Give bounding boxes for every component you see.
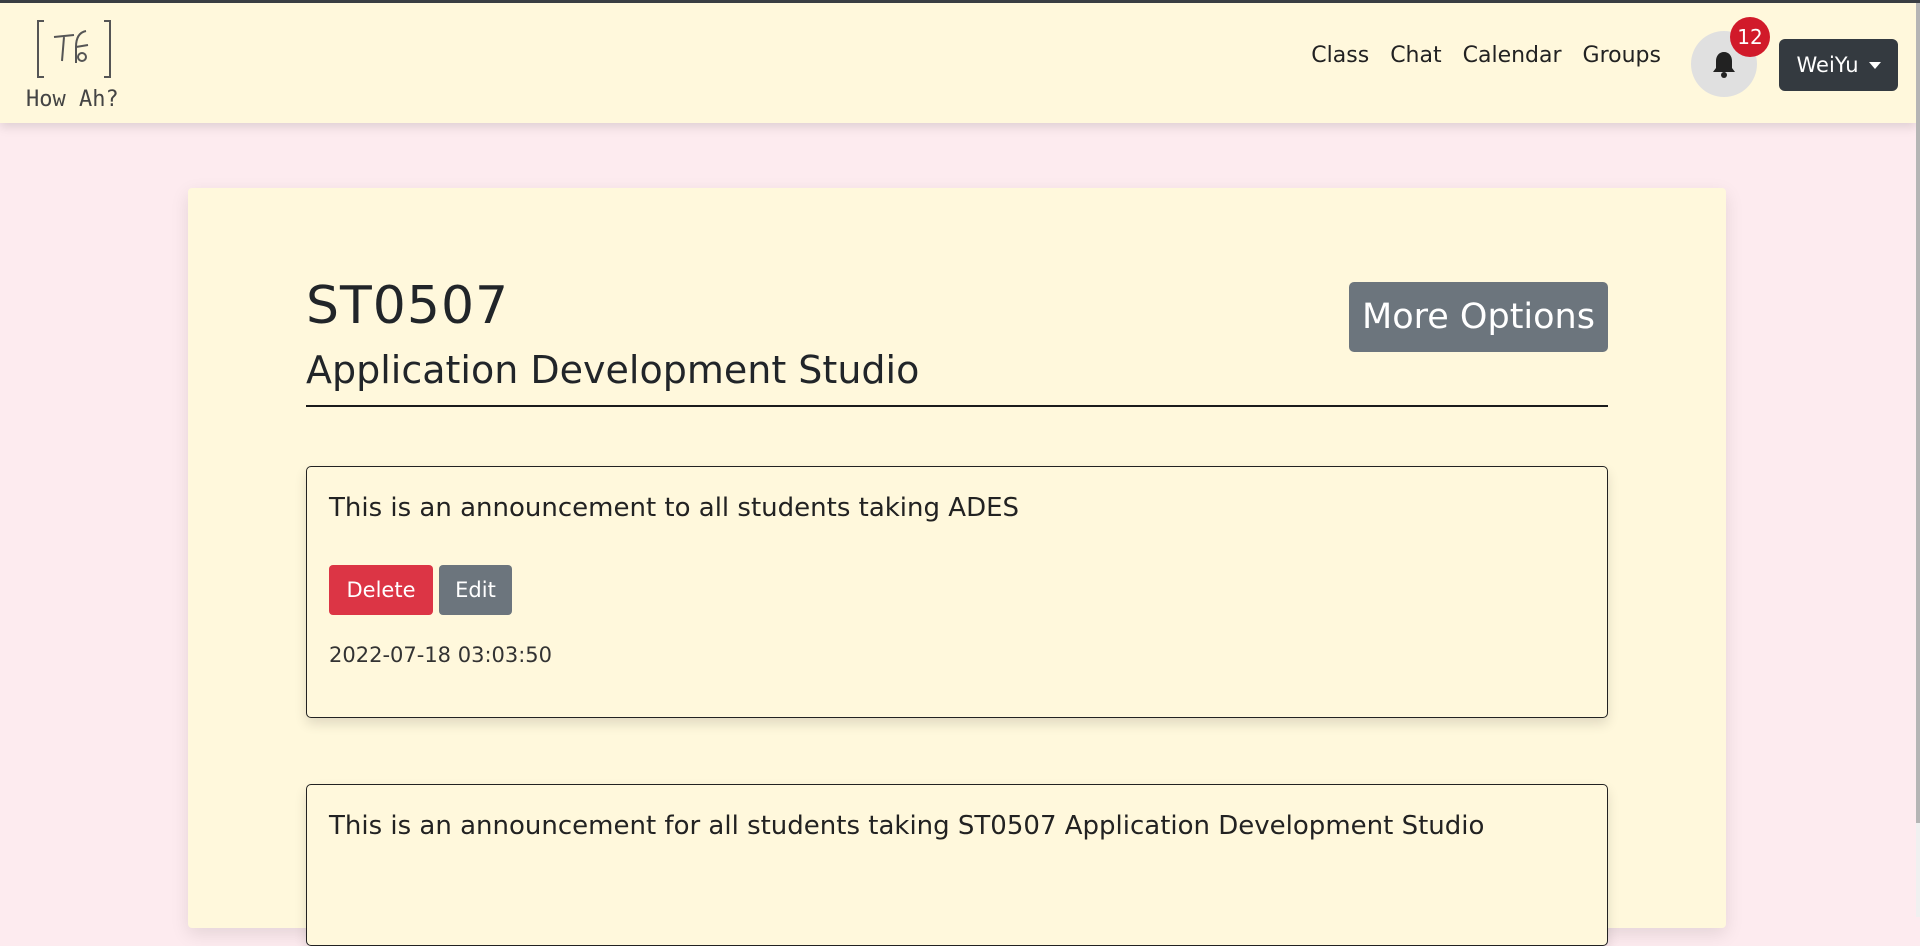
more-options-button[interactable]: More Options: [1349, 282, 1608, 352]
announcement-card: This is an announcement for all students…: [306, 784, 1608, 946]
nav-link-chat[interactable]: Chat: [1390, 43, 1441, 68]
top-navbar: How Ah? Class Chat Calendar Groups 12 We…: [0, 3, 1916, 123]
module-name: Application Development Studio: [306, 348, 920, 392]
announcement-actions: Delete Edit: [329, 565, 512, 615]
bell-icon: [1713, 52, 1735, 78]
module-code: ST0507: [306, 276, 510, 336]
notification-count-badge: 12: [1730, 17, 1770, 57]
announcement-text: This is an announcement for all students…: [329, 811, 1485, 841]
delete-button[interactable]: Delete: [329, 565, 433, 615]
edit-button[interactable]: Edit: [439, 565, 512, 615]
nav-link-class[interactable]: Class: [1311, 43, 1369, 68]
logo-icon: [37, 20, 111, 78]
module-card: ST0507 Application Development Studio Mo…: [188, 188, 1726, 946]
nav-link-calendar[interactable]: Calendar: [1463, 43, 1562, 68]
brand-logo[interactable]: How Ah?: [24, 19, 134, 119]
announcement-timestamp: 2022-07-18 03:03:50: [329, 643, 553, 667]
page-scrollbar-thumb[interactable]: [1916, 3, 1920, 823]
announcement-text: This is an announcement to all students …: [329, 493, 1020, 523]
user-menu-button[interactable]: WeiYu: [1779, 39, 1898, 91]
announcement-card: This is an announcement to all students …: [306, 466, 1608, 718]
caret-down-icon: [1868, 61, 1881, 69]
logo-text: How Ah?: [26, 87, 119, 112]
nav-link-groups[interactable]: Groups: [1583, 43, 1661, 68]
title-divider: [306, 405, 1608, 407]
user-menu-label: WeiYu: [1796, 53, 1859, 77]
nav-links: Class Chat Calendar Groups: [1311, 43, 1661, 68]
